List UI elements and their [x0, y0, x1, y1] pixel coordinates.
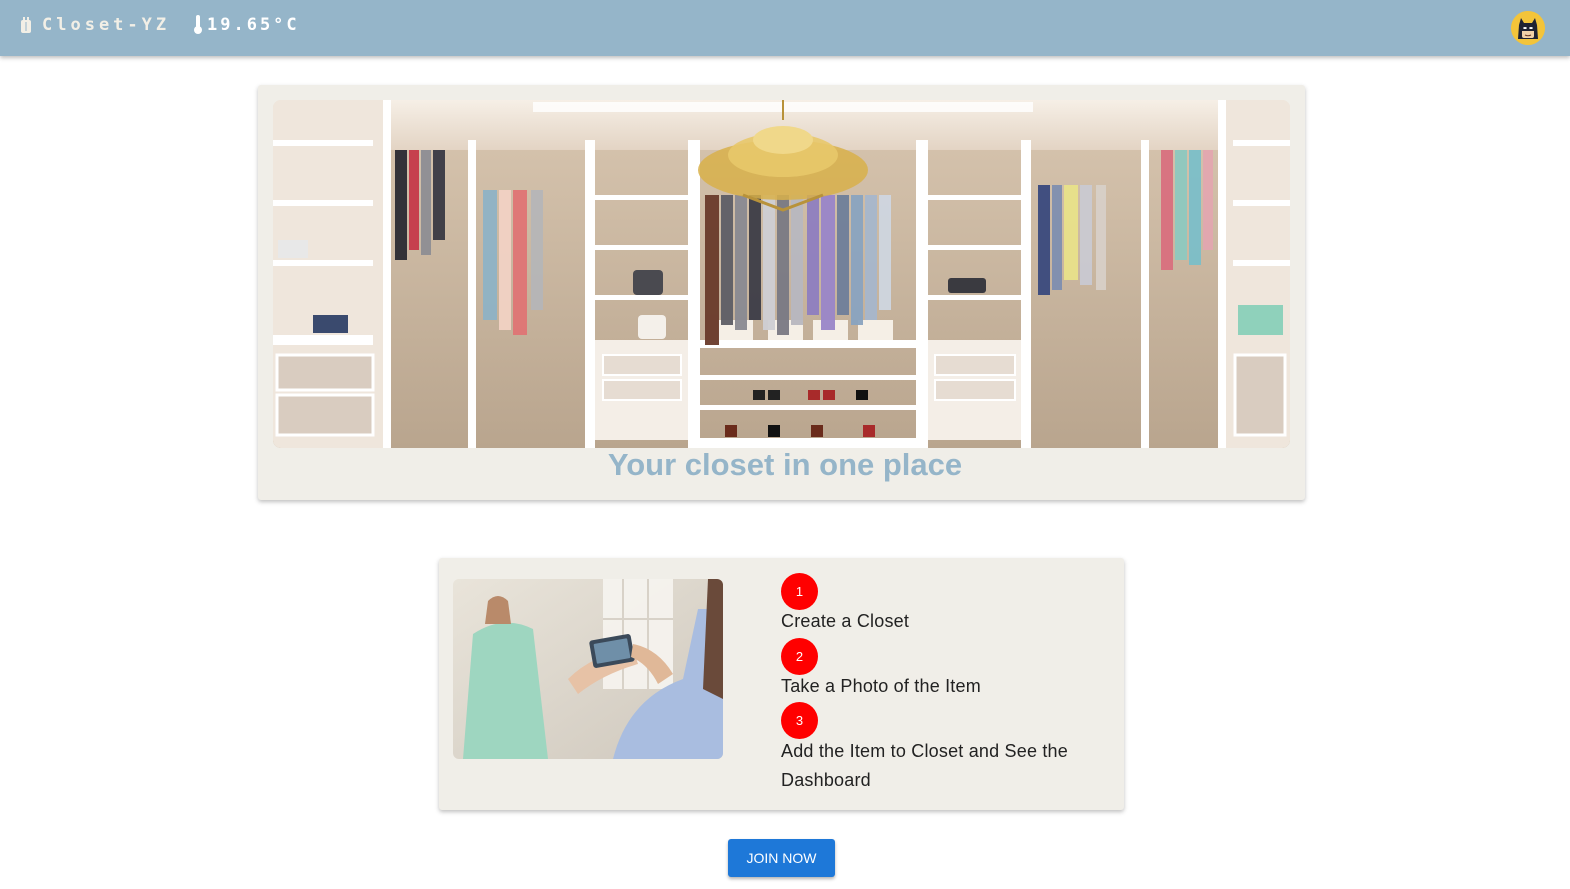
- brand-name: Closet-YZ: [42, 15, 171, 35]
- step-3-badge: 3: [781, 702, 818, 739]
- step-1-badge: 1: [781, 573, 818, 610]
- temperature-value: 19.65°C: [207, 15, 300, 35]
- hero-title: Your closet in one place: [607, 447, 963, 482]
- closet-icon: [18, 14, 34, 36]
- join-now-button[interactable]: Join Now: [728, 839, 835, 877]
- brand[interactable]: Closet-YZ: [18, 14, 170, 36]
- thermometer-icon: [192, 14, 204, 36]
- batman-avatar-icon[interactable]: [1511, 11, 1545, 45]
- phone-photo-of-clothing-photo: [453, 579, 723, 759]
- step-3-label: Add the Item to Closet and See the Dashb…: [781, 741, 1068, 790]
- step-2-label: Take a Photo of the Item: [781, 676, 981, 696]
- step-2-badge: 2: [781, 638, 818, 675]
- hero-card: [258, 85, 1305, 500]
- walk-in-closet-photo: [273, 100, 1290, 448]
- step-1-label: Create a Closet: [781, 611, 910, 631]
- steps-card: 1 Create a Closet 2 Take a Photo of the …: [439, 558, 1124, 810]
- temperature-readout: 19.65°C: [192, 14, 300, 36]
- app-bar: Closet-YZ 19.65°C: [0, 0, 1570, 56]
